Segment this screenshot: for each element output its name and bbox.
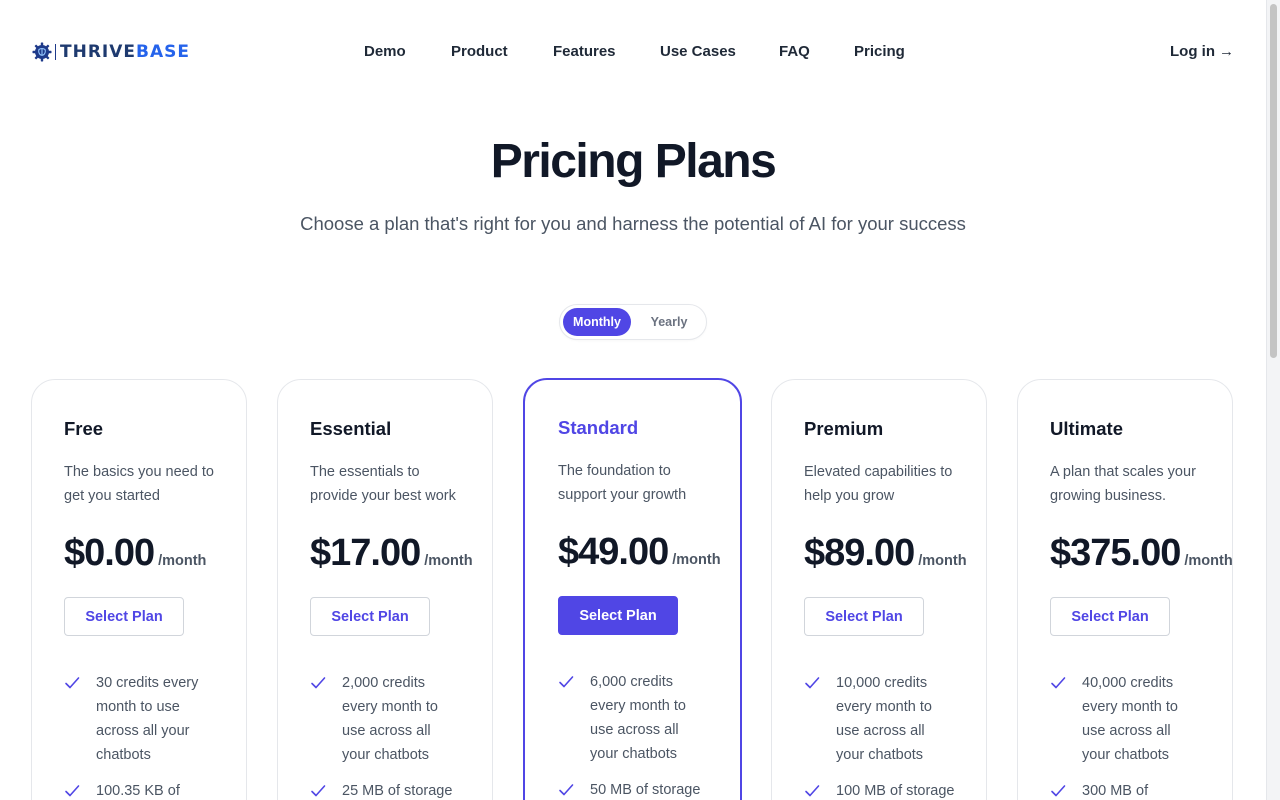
feature-list: 2,000 credits every month to use across … [310,671,480,800]
check-icon [1051,677,1066,689]
feature-text: 40,000 credits every month to use across… [1082,675,1178,763]
price-row: $375.00 /month [1050,532,1233,575]
price-period: /month [672,552,721,568]
plan-description: The essentials to provide your best work [310,464,456,504]
check-icon [805,785,820,797]
plan-name: Ultimate [1050,418,1123,439]
feature-item: 100.35 KB of [64,779,234,800]
feature-item: 30 credits every month to use across all… [64,671,234,767]
price-row: $17.00 /month [310,532,473,575]
plan-card-standard: Standard The foundation to support your … [523,378,742,800]
page-title: Pricing Plans [490,135,777,188]
check-icon [1051,785,1066,797]
feature-text: 50 MB of storage [590,782,701,798]
plan-price: $0.00 [64,532,155,574]
price-period: /month [918,553,967,569]
toggle-monthly[interactable]: Monthly [563,308,631,336]
login-link[interactable]: Log in → [1170,43,1234,60]
feature-list: 6,000 credits every month to use across … [558,670,728,800]
check-icon [559,676,574,688]
feature-text: 6,000 credits every month to use across … [590,674,686,762]
nav-faq[interactable]: FAQ [779,43,810,60]
feature-item: 100 MB of storage [804,779,974,800]
billing-toggle: Monthly Yearly [559,304,707,340]
select-plan-button[interactable]: Select Plan [1050,597,1170,636]
price-period: /month [424,553,473,569]
feature-list: 10,000 credits every month to use across… [804,671,974,800]
nav-product[interactable]: Product [451,43,508,60]
check-icon [65,785,80,797]
page-scrollbar[interactable] [1266,0,1280,800]
plan-price: $17.00 [310,532,421,574]
plan-price: $49.00 [558,531,669,573]
price-period: /month [1184,553,1233,569]
plan-price: $375.00 [1050,532,1181,574]
check-icon [805,677,820,689]
price-row: $49.00 /month [558,531,721,574]
nav-demo[interactable]: Demo [364,43,406,60]
feature-list: 30 credits every month to use across all… [64,671,234,800]
plan-name: Free [64,418,104,439]
plan-description: The basics you need to get you started [64,464,214,504]
price-period: /month [158,553,207,569]
nav-pricing[interactable]: Pricing [854,43,905,60]
select-plan-button[interactable]: Select Plan [804,597,924,636]
feature-item: 6,000 credits every month to use across … [558,670,728,766]
plan-name: Premium [804,418,884,439]
plan-price: $89.00 [804,532,915,574]
feature-text: 300 MB of [1082,783,1149,799]
nav-use-cases[interactable]: Use Cases [660,43,736,60]
feature-item: 2,000 credits every month to use across … [310,671,480,767]
feature-text: 100 MB of storage [836,783,955,799]
feature-list: 40,000 credits every month to use across… [1050,671,1220,800]
feature-item: 50 MB of storage [558,778,728,800]
feature-text: 30 credits every month to use across all… [96,675,199,763]
feature-text: 10,000 credits every month to use across… [836,675,932,763]
plan-description: Elevated capabilities to help you grow [804,464,953,504]
arrow-right-icon: → [1219,43,1234,60]
check-icon [311,785,326,797]
plan-card-essential: Essential The essentials to provide your… [277,379,493,800]
plan-description: A plan that scales your growing business… [1050,464,1196,504]
price-row: $0.00 /month [64,532,206,575]
feature-item: 300 MB of [1050,779,1220,800]
select-plan-button[interactable]: Select Plan [310,597,430,636]
plan-description: The foundation to support your growth [558,463,687,503]
site-header: THRIVEBASE Demo Product Features Use Cas… [0,0,1266,104]
feature-text: 100.35 KB of [96,783,180,799]
feature-text: 25 MB of storage [342,783,453,799]
page-subtitle: Choose a plan that's right for you and h… [300,213,966,234]
plan-card-ultimate: Ultimate A plan that scales your growing… [1017,379,1233,800]
feature-item: 25 MB of storage [310,779,480,800]
plan-name: Essential [310,418,392,439]
nav-features[interactable]: Features [553,43,616,60]
price-row: $89.00 /month [804,532,967,575]
toggle-yearly[interactable]: Yearly [634,308,704,336]
feature-item: 40,000 credits every month to use across… [1050,671,1220,767]
select-plan-button[interactable]: Select Plan [558,596,678,635]
select-plan-button[interactable]: Select Plan [64,597,184,636]
check-icon [559,784,574,796]
check-icon [311,677,326,689]
plan-card-premium: Premium Elevated capabilities to help yo… [771,379,987,800]
feature-text: 2,000 credits every month to use across … [342,675,438,763]
feature-item: 10,000 credits every month to use across… [804,671,974,767]
plan-name: Standard [558,417,639,438]
main-nav: Demo Product Features Use Cases FAQ Pric… [0,43,1266,63]
check-icon [65,677,80,689]
plan-card-free: Free The basics you need to get you star… [31,379,247,800]
login-label: Log in [1170,43,1215,60]
scrollbar-thumb[interactable] [1270,4,1277,358]
